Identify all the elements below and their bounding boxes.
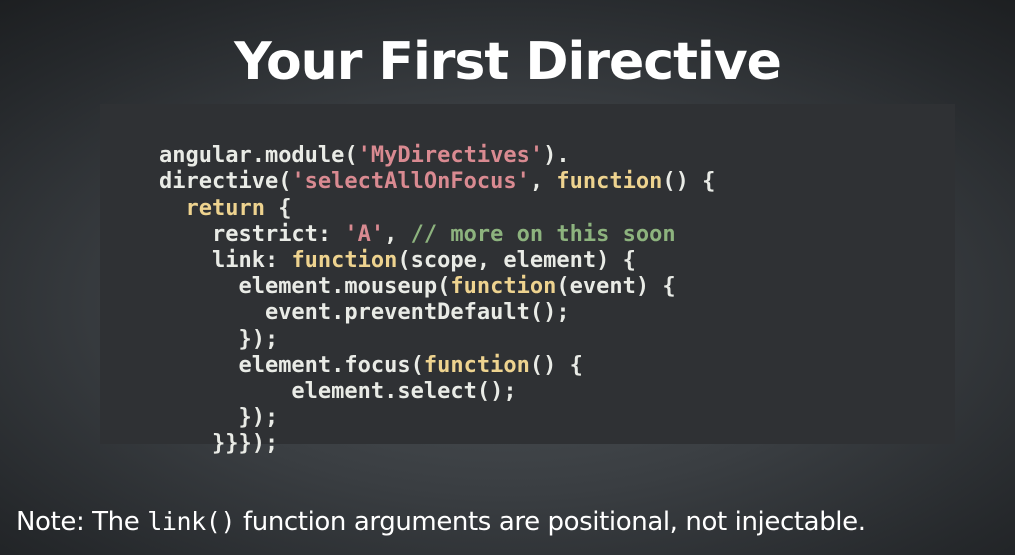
code-token: ,: [384, 221, 411, 247]
code-token: ).: [543, 143, 570, 169]
code-token: function: [450, 274, 557, 300]
footnote: Note: The link() function arguments are …: [16, 502, 1006, 542]
slide-title: Your First Directive: [234, 32, 782, 92]
code-token: element.mouseup(: [158, 274, 451, 300]
footnote-suffix: function arguments are positional, not i…: [235, 507, 866, 537]
code-line-1: angular.module('MyDirectives').: [106, 117, 955, 168]
code-token: element.focus(: [158, 352, 424, 378]
code-token: () {: [662, 169, 716, 195]
code-token: 'MyDirectives': [357, 143, 544, 169]
code-token: angular.module(: [158, 143, 358, 169]
code-token: }}});: [158, 431, 279, 457]
code-token: function: [556, 169, 663, 195]
code-token: element.select();: [158, 378, 517, 404]
code-block: angular.module('MyDirectives'). directiv…: [100, 104, 955, 456]
footnote-code: link(): [147, 507, 236, 536]
footnote-prefix: Note: The: [16, 507, 148, 537]
code-token: event.preventDefault();: [158, 300, 570, 326]
code-token: restrict:: [158, 221, 345, 247]
code-comment: // more on this soon: [410, 221, 676, 247]
code-token: function: [423, 352, 530, 378]
code-token: return: [185, 195, 265, 221]
code-token: (scope, element) {: [397, 247, 636, 273]
code-token: () {: [529, 352, 583, 378]
code-token: });: [158, 326, 279, 352]
code-token: link:: [158, 247, 292, 273]
code-token: {: [264, 195, 292, 221]
code-token: (event) {: [556, 274, 676, 300]
code-token: });: [158, 405, 279, 431]
code-token: 'A': [344, 221, 385, 247]
code-token: 'selectAllOnFocus': [291, 169, 530, 195]
code-token: ,: [529, 169, 557, 195]
code-token: function: [291, 247, 398, 273]
code-token: directive(: [158, 169, 292, 195]
